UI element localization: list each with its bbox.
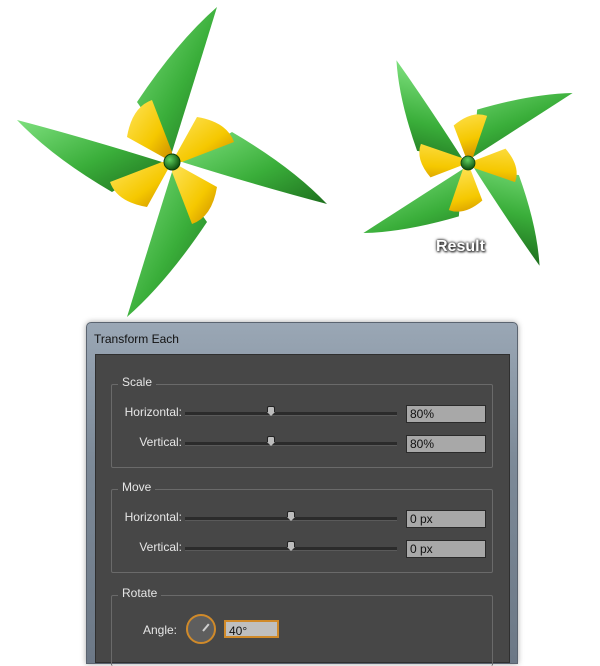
scale-vertical-label: Vertical:: [139, 435, 182, 449]
transform-each-dialog: Transform Each Scale Horizontal: 80% Ver…: [86, 322, 518, 666]
scale-horizontal-slider-thumb[interactable]: [266, 406, 275, 416]
dialog-titlebar[interactable]: Transform Each: [87, 323, 517, 353]
move-vertical-label: Vertical:: [139, 540, 182, 554]
scale-vertical-input[interactable]: 80%: [406, 435, 486, 453]
dialog-title: Transform Each: [94, 332, 179, 346]
dialog-content: Scale Horizontal: 80% Vertical: 80% Move…: [95, 354, 510, 666]
scale-horizontal-slider[interactable]: [185, 406, 397, 416]
scale-horizontal-input[interactable]: 80%: [406, 405, 486, 423]
scale-horizontal-label: Horizontal:: [124, 405, 182, 419]
move-horizontal-slider[interactable]: [185, 511, 397, 521]
rotate-angle-label: Angle:: [142, 623, 177, 637]
pinwheel-original-illustration: [17, 7, 327, 317]
scale-vertical-slider-thumb[interactable]: [266, 436, 275, 446]
move-vertical-slider[interactable]: [185, 541, 397, 551]
move-vertical-input[interactable]: 0 px: [406, 540, 486, 558]
scale-vertical-slider[interactable]: [185, 436, 397, 446]
rotate-group: Rotate Angle: 40°: [111, 586, 493, 666]
rotate-group-label: Rotate: [118, 586, 162, 600]
move-group-label: Move: [118, 480, 156, 494]
move-horizontal-label: Horizontal:: [124, 510, 182, 524]
move-horizontal-slider-thumb[interactable]: [287, 511, 295, 521]
scale-group: Scale Horizontal: 80% Vertical: 80%: [111, 375, 493, 468]
rotate-angle-input[interactable]: 40°: [224, 620, 279, 638]
angle-dial[interactable]: [186, 614, 216, 644]
move-vertical-slider-thumb[interactable]: [287, 541, 295, 551]
result-caption: Result: [436, 238, 485, 255]
angle-dial-needle: [202, 623, 210, 632]
move-horizontal-input[interactable]: 0 px: [406, 510, 486, 528]
scale-group-label: Scale: [118, 375, 157, 389]
move-group: Move Horizontal: 0 px Vertical: 0 px: [111, 480, 493, 573]
